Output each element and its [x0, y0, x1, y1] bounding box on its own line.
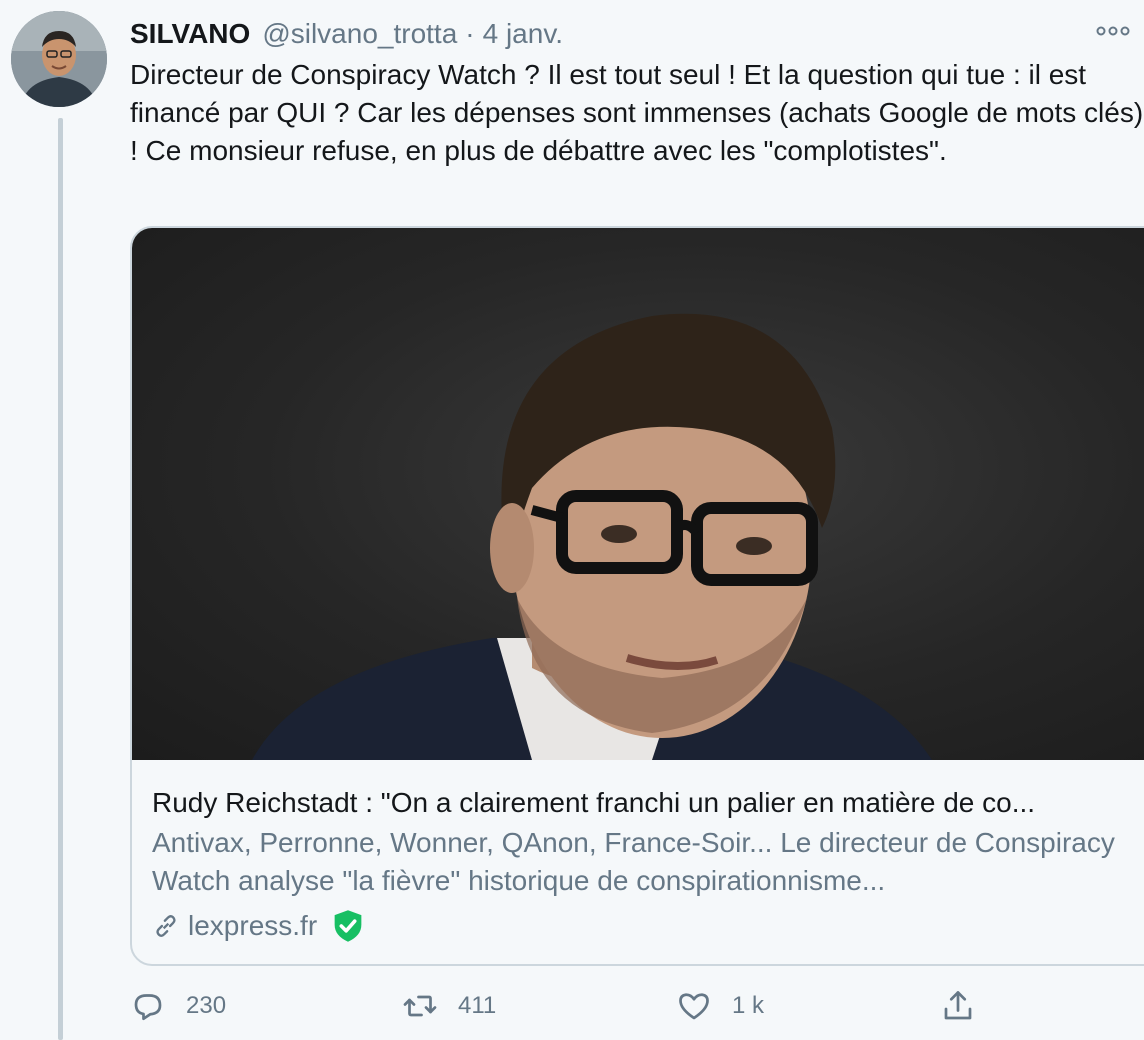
share-button[interactable]: [940, 982, 996, 1030]
author-name[interactable]: SILVANO: [130, 18, 250, 50]
heart-icon: [679, 993, 709, 1020]
link-icon: [156, 915, 176, 937]
verified-shield-icon: [334, 910, 362, 942]
card-domain[interactable]: lexpress.fr: [188, 910, 317, 942]
tweet-date[interactable]: 4 janv.: [483, 18, 563, 50]
avatar[interactable]: [11, 11, 107, 107]
reply-button[interactable]: 230: [130, 982, 226, 1030]
author-handle[interactable]: @silvano_trotta: [262, 18, 457, 50]
retweet-button[interactable]: 411: [402, 982, 496, 1030]
reply-icon: [134, 994, 162, 1021]
reply-count: 230: [186, 992, 227, 1019]
link-preview-card[interactable]: Rudy Reichstadt : "On a clairement franc…: [130, 226, 1144, 966]
retweet-icon: [403, 995, 437, 1017]
tweet-text: Directeur de Conspiracy Watch ? Il est t…: [130, 59, 1144, 166]
separator-dot: ·: [465, 18, 475, 49]
card-domain-row[interactable]: lexpress.fr: [152, 904, 1132, 948]
more-dots-icon[interactable]: [1096, 20, 1130, 43]
tweet-actions: 230 411 1 k: [130, 982, 1030, 1030]
card-image[interactable]: [132, 228, 1144, 760]
share-icon: [944, 991, 972, 1020]
avatar-photo: [11, 11, 107, 107]
portrait-illustration: [252, 313, 932, 760]
tweet-header: SILVANO @silvano_trotta · 4 janv.: [130, 14, 1134, 54]
like-button[interactable]: 1 k: [676, 982, 764, 1030]
card-title[interactable]: Rudy Reichstadt : "On a clairement franc…: [152, 784, 1132, 822]
card-info[interactable]: Rudy Reichstadt : "On a clairement franc…: [152, 784, 1132, 948]
retweet-count: 411: [458, 992, 497, 1019]
thread-connector-line: [58, 118, 63, 1040]
like-count: 1 k: [732, 992, 765, 1019]
card-description: Antivax, Perronne, Wonner, QAnon, France…: [152, 827, 1115, 896]
